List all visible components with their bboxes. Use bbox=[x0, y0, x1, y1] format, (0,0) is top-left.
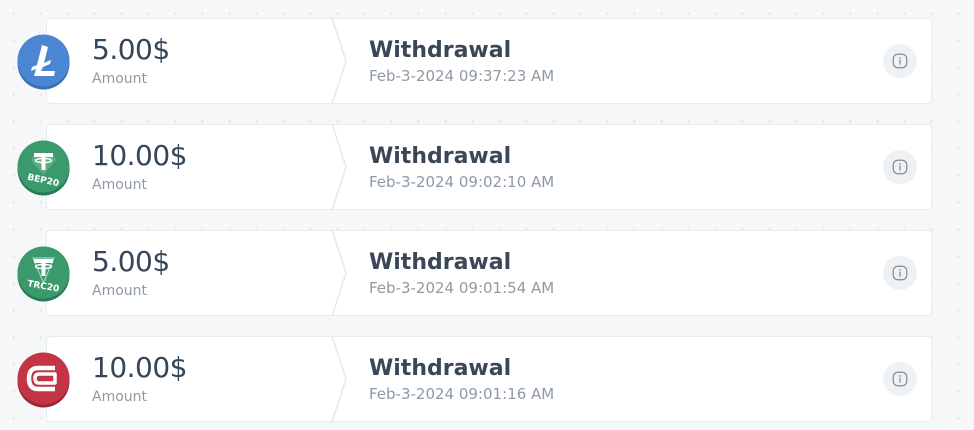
card-divider bbox=[331, 18, 347, 104]
transaction-list: 5.00$ Amount Withdrawal Feb-3-2024 09:37… bbox=[0, 0, 974, 430]
tether-trc20-icon: TRC20 bbox=[15, 245, 72, 302]
amount-value: 5.00$ bbox=[92, 33, 170, 66]
transaction-type: Withdrawal bbox=[369, 250, 512, 275]
amount-label: Amount bbox=[92, 283, 148, 299]
tether-bep20-icon: BEP20 bbox=[15, 139, 72, 196]
info-icon bbox=[892, 159, 908, 175]
amount-label: Amount bbox=[92, 71, 148, 87]
amount-value: 10.00$ bbox=[92, 351, 187, 384]
info-button[interactable] bbox=[883, 256, 917, 290]
transaction-date: Feb-3-2024 09:02:10 AM bbox=[369, 173, 555, 191]
transaction-type: Withdrawal bbox=[369, 38, 512, 63]
amount-label: Amount bbox=[92, 389, 148, 405]
info-icon bbox=[892, 265, 908, 281]
transaction-type: Withdrawal bbox=[369, 356, 512, 381]
transaction-date: Feb-3-2024 09:01:54 AM bbox=[369, 279, 555, 297]
transaction-date: Feb-3-2024 09:37:23 AM bbox=[369, 67, 555, 85]
info-button[interactable] bbox=[883, 362, 917, 396]
transaction-row[interactable]: 10.00$ Amount Withdrawal Feb-3-2024 09:0… bbox=[0, 334, 940, 424]
litecoin-icon bbox=[15, 33, 72, 90]
card-divider bbox=[331, 124, 347, 210]
info-icon bbox=[892, 53, 908, 69]
card-divider bbox=[331, 336, 347, 422]
amount-value: 10.00$ bbox=[92, 139, 187, 172]
info-button[interactable] bbox=[883, 44, 917, 78]
info-button[interactable] bbox=[883, 150, 917, 184]
transaction-row[interactable]: 5.00$ Amount Withdrawal Feb-3-2024 09:37… bbox=[0, 16, 940, 106]
transaction-date: Feb-3-2024 09:01:16 AM bbox=[369, 385, 555, 403]
info-icon bbox=[892, 371, 908, 387]
amount-label: Amount bbox=[92, 177, 148, 193]
card-divider bbox=[331, 230, 347, 316]
transaction-type: Withdrawal bbox=[369, 144, 512, 169]
transaction-row[interactable]: TRC20 5.00$ Amount Withdrawal Feb-3-2024… bbox=[0, 228, 940, 318]
transaction-row[interactable]: BEP20 10.00$ Amount Withdrawal Feb-3-202… bbox=[0, 122, 940, 212]
amount-value: 5.00$ bbox=[92, 245, 170, 278]
wallet-coin-icon bbox=[15, 351, 72, 408]
